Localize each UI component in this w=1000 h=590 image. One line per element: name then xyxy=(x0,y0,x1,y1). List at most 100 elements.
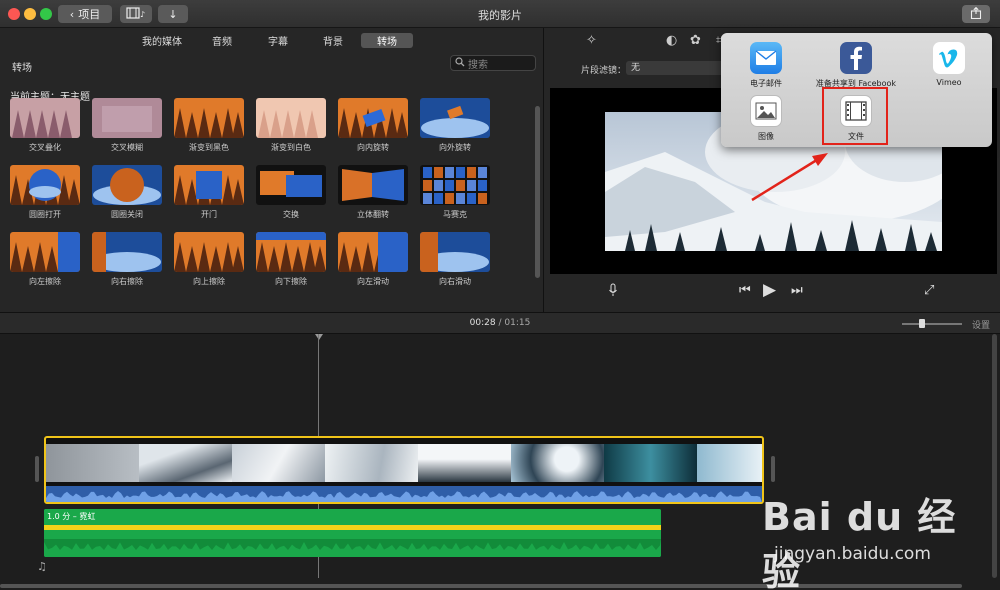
share-icon xyxy=(970,6,982,22)
play-icon[interactable]: ▶ xyxy=(763,280,776,300)
transition-label: 向右擦除 xyxy=(111,277,143,286)
trim-handle-left[interactable] xyxy=(35,456,39,482)
facebook-icon xyxy=(840,42,872,74)
transition-label: 圆圈打开 xyxy=(29,210,61,219)
share-email[interactable]: 电子邮件 xyxy=(721,42,811,89)
tab-backgrounds[interactable]: 背景 xyxy=(316,33,350,48)
transition-label: 圆圈关闭 xyxy=(111,210,143,219)
transition-thumbnail[interactable] xyxy=(174,232,244,272)
vimeo-icon xyxy=(933,42,965,74)
video-clip-track[interactable] xyxy=(44,436,764,504)
zoom-slider-track[interactable] xyxy=(902,323,962,325)
transition-thumbnail[interactable] xyxy=(174,98,244,138)
search-placeholder: 搜索 xyxy=(468,59,488,71)
transition-thumbnail[interactable] xyxy=(338,232,408,272)
settings-button[interactable]: 设置 xyxy=(972,318,990,331)
transition-label: 交换 xyxy=(283,210,299,219)
transition-label: 向左擦除 xyxy=(29,277,61,286)
transition-thumbnail[interactable] xyxy=(92,98,162,138)
timeline-vertical-scrollbar[interactable] xyxy=(992,334,997,578)
skip-back-icon[interactable]: ⏮ xyxy=(739,283,751,298)
media-browser: 我的媒体 音频 字幕 背景 转场 转场 搜索 当前主题：无主题 交叉叠化 交叉模糊… xyxy=(0,28,543,312)
tab-audio[interactable]: 音频 xyxy=(205,33,239,48)
trim-handle-right[interactable] xyxy=(771,456,775,482)
transition-thumbnail[interactable] xyxy=(10,165,80,205)
transition-label: 立体翻转 xyxy=(357,210,389,219)
transition-label: 向内旋转 xyxy=(357,143,389,152)
video-clip[interactable] xyxy=(511,444,604,482)
transition-label: 向下擦除 xyxy=(275,277,307,286)
zoom-slider-knob[interactable] xyxy=(919,319,925,328)
transition-thumbnail[interactable] xyxy=(338,98,408,138)
transition-thumbnail[interactable] xyxy=(338,165,408,205)
microphone-icon[interactable] xyxy=(608,283,618,301)
tab-transitions[interactable]: 转场 xyxy=(361,33,413,48)
share-email-label: 电子邮件 xyxy=(750,79,782,88)
transition-label: 向右滑动 xyxy=(439,277,471,286)
transition-label: 渐变到白色 xyxy=(271,143,311,152)
playhead-handle[interactable] xyxy=(315,334,323,340)
fullscreen-icon[interactable]: ⤢ xyxy=(924,283,934,298)
transition-label: 向外旋转 xyxy=(439,143,471,152)
share-image-label: 图像 xyxy=(758,132,774,141)
transition-label: 向上擦除 xyxy=(193,277,225,286)
transition-thumbnail[interactable] xyxy=(420,165,490,205)
transition-thumbnail[interactable] xyxy=(174,165,244,205)
tab-my-media[interactable]: 我的媒体 xyxy=(137,33,187,48)
transition-label: 马赛克 xyxy=(443,210,467,219)
video-audio-waveform xyxy=(46,486,762,502)
share-facebook[interactable]: 准备共享到 Facebook xyxy=(811,42,901,89)
magic-wand-icon[interactable]: ✧ xyxy=(586,33,597,48)
transition-label: 向左滑动 xyxy=(357,277,389,286)
skip-forward-icon[interactable]: ⏭ xyxy=(791,283,803,298)
video-clip[interactable] xyxy=(418,444,511,482)
video-clip[interactable] xyxy=(232,444,325,482)
share-vimeo[interactable]: Vimeo xyxy=(904,42,994,87)
video-clip[interactable] xyxy=(46,444,139,482)
title-bar: ‹ 项目 ♪ ↓ 我的影片 xyxy=(0,0,1000,28)
annotation-highlight-box xyxy=(822,87,888,145)
transition-thumbnail[interactable] xyxy=(10,232,80,272)
music-clip-label: 1.0 分 – 霓虹 xyxy=(47,512,96,521)
transition-thumbnail[interactable] xyxy=(256,98,326,138)
transition-thumbnail[interactable] xyxy=(10,98,80,138)
browser-tabs: 我的媒体 音频 字幕 背景 转场 xyxy=(0,28,543,52)
tab-titles[interactable]: 字幕 xyxy=(261,33,295,48)
watermark-brand: Bai du 经验 xyxy=(762,495,957,590)
video-clip[interactable] xyxy=(604,444,697,482)
timecode-readout: 00:28 / 01:15 xyxy=(0,318,1000,328)
browser-scrollbar[interactable] xyxy=(535,106,540,278)
transition-label: 交叉模糊 xyxy=(111,143,143,152)
search-field[interactable]: 搜索 xyxy=(450,55,536,71)
window-title: 我的影片 xyxy=(478,9,522,22)
share-button[interactable] xyxy=(962,5,990,23)
music-note-icon: ♫ xyxy=(37,560,47,573)
section-title: 转场 xyxy=(12,63,32,74)
video-clip[interactable] xyxy=(325,444,418,482)
share-vimeo-label: Vimeo xyxy=(936,78,962,87)
timeline-header: 00:28 / 01:15 设置 xyxy=(0,312,1000,334)
color-palette-icon[interactable]: ✿ xyxy=(690,33,701,48)
watermark-url: jingyan.baidu.com xyxy=(774,544,931,564)
image-icon xyxy=(750,95,782,127)
video-clip[interactable] xyxy=(697,444,762,482)
music-clip-track[interactable]: 1.0 分 – 霓虹 xyxy=(44,509,661,557)
search-icon xyxy=(455,56,465,70)
transition-label: 交叉叠化 xyxy=(29,143,61,152)
clip-filter-label: 片段滤镜： xyxy=(581,66,627,76)
share-popover: 电子邮件 准备共享到 Facebook Vimeo 图像 文件 xyxy=(721,33,992,147)
transition-thumbnail[interactable] xyxy=(256,165,326,205)
transition-thumbnail[interactable] xyxy=(420,232,490,272)
watermark: Bai du 经验 jingyan.baidu.com xyxy=(762,486,992,590)
mail-icon xyxy=(750,42,782,74)
video-clip[interactable] xyxy=(139,444,232,482)
transition-thumbnail[interactable] xyxy=(420,98,490,138)
clip-filter-select[interactable]: 无 xyxy=(626,61,726,75)
transition-thumbnail[interactable] xyxy=(256,232,326,272)
transition-thumbnail[interactable] xyxy=(92,165,162,205)
transition-thumbnail[interactable] xyxy=(92,232,162,272)
share-image[interactable]: 图像 xyxy=(721,95,811,142)
color-balance-icon[interactable]: ◐ xyxy=(666,33,677,48)
total-duration: 01:15 xyxy=(504,318,531,328)
transition-label: 开门 xyxy=(201,210,217,219)
